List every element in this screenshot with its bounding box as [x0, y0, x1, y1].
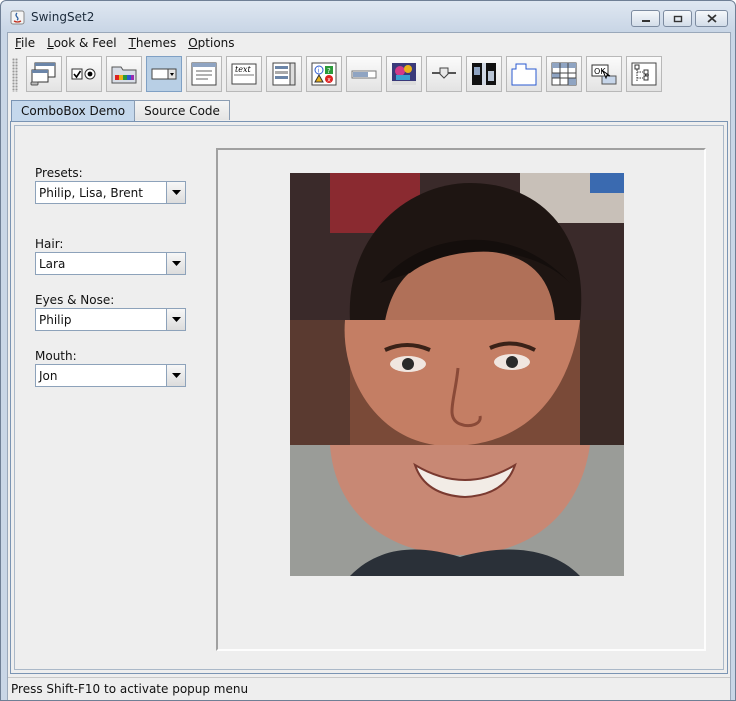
svg-text:x: x	[327, 77, 331, 84]
swingset2-window: SwingSet2 File Look & Feel Themes Option…	[0, 0, 736, 701]
color-chooser-demo-button[interactable]	[106, 56, 142, 92]
title-bar[interactable]: SwingSet2	[1, 1, 735, 32]
table-demo-icon	[551, 62, 577, 86]
java-app-icon	[10, 10, 25, 25]
combobox-demo-panel: Presets: Philip, Lisa, Brent Hair: Lara …	[10, 121, 728, 674]
face-eyes-nose-section	[290, 320, 624, 446]
menu-look-and-feel[interactable]: Look & Feel	[41, 36, 122, 50]
window-client: File Look & Feel Themes Options text i ?…	[7, 32, 731, 700]
eyes-nose-dropdown-button[interactable]	[166, 309, 185, 330]
presets-label: Presets:	[35, 166, 83, 180]
tab-source-code[interactable]: Source Code	[134, 100, 230, 120]
maximize-button[interactable]	[663, 10, 692, 27]
mouth-dropdown-button[interactable]	[166, 365, 185, 386]
mouth-value: Jon	[39, 369, 58, 383]
face-display-frame	[216, 148, 706, 651]
scroll-pane-demo-button[interactable]	[386, 56, 422, 92]
tree-demo-icon	[631, 62, 657, 86]
chevron-down-icon	[171, 373, 181, 378]
restore-icon	[673, 15, 682, 22]
combobox-demo-content: Presets: Philip, Lisa, Brent Hair: Lara …	[14, 125, 724, 670]
minimize-icon	[641, 19, 650, 22]
option-pane-demo-button[interactable]: i ? x	[306, 56, 342, 92]
chevron-down-icon	[171, 261, 181, 266]
split-pane-demo-button[interactable]	[466, 56, 502, 92]
menu-themes[interactable]: Themes	[123, 36, 183, 50]
combobox-demo-icon	[151, 68, 177, 80]
menu-options[interactable]: Options	[182, 36, 240, 50]
toolbar-grip[interactable]	[12, 58, 18, 92]
eyes-nose-label: Eyes & Nose:	[35, 293, 115, 307]
tooltip-demo-button[interactable]: OK	[586, 56, 622, 92]
close-button[interactable]	[695, 10, 728, 27]
tab-combobox-demo[interactable]: ComboBox Demo	[11, 100, 136, 121]
progress-bar-demo-icon	[351, 70, 377, 79]
eyes-nose-combobox[interactable]: Philip	[35, 308, 186, 331]
tooltip-demo-icon: OK	[591, 64, 617, 85]
chevron-down-icon	[171, 317, 181, 322]
demo-tabs: ComboBox Demo Source Code	[11, 100, 230, 121]
svg-text:text: text	[235, 65, 251, 74]
slider-demo-button[interactable]	[426, 56, 462, 92]
eyes-nose-value: Philip	[39, 313, 72, 327]
status-bar: Press Shift-F10 to activate popup menu	[8, 677, 730, 699]
button-demo-icon	[71, 68, 96, 80]
demo-toolbar: text i ? x OK	[8, 53, 730, 95]
split-pane-demo-icon	[472, 63, 496, 85]
list-demo-icon	[272, 62, 296, 86]
mouth-label: Mouth:	[35, 349, 77, 363]
tree-demo-button[interactable]	[626, 56, 662, 92]
combobox-demo-button[interactable]	[146, 56, 182, 92]
file-chooser-demo-icon	[191, 62, 217, 86]
status-text: Press Shift-F10 to activate popup menu	[11, 681, 249, 696]
hair-label: Hair:	[35, 237, 64, 251]
window-title: SwingSet2	[31, 10, 95, 24]
presets-value: Philip, Lisa, Brent	[39, 186, 143, 200]
hair-combobox[interactable]: Lara	[35, 252, 186, 275]
color-chooser-demo-icon	[111, 66, 137, 84]
button-demo-button[interactable]	[66, 56, 102, 92]
minimize-button[interactable]	[631, 10, 660, 27]
svg-text:?: ?	[327, 67, 331, 75]
option-pane-demo-icon: i ? x	[311, 62, 337, 86]
internal-frame-demo-button[interactable]	[26, 56, 62, 92]
slider-demo-icon	[432, 67, 456, 79]
table-demo-button[interactable]	[546, 56, 582, 92]
hair-dropdown-button[interactable]	[166, 253, 185, 274]
mouth-combobox[interactable]: Jon	[35, 364, 186, 387]
tabbed-pane-demo-button[interactable]	[506, 56, 542, 92]
face-mouth-section	[290, 445, 624, 576]
presets-combobox[interactable]: Philip, Lisa, Brent	[35, 181, 186, 204]
tabbed-pane-demo-icon	[511, 63, 537, 86]
presets-dropdown-button[interactable]	[166, 182, 185, 203]
hair-value: Lara	[39, 257, 66, 271]
menu-file[interactable]: File	[8, 36, 41, 50]
internal-frame-demo-icon	[30, 62, 56, 86]
scroll-pane-demo-icon	[392, 63, 416, 85]
close-icon	[706, 14, 717, 23]
html-demo-icon: text	[231, 63, 257, 85]
composite-face-image	[290, 173, 624, 576]
chevron-down-icon	[171, 190, 181, 195]
face-hair-section	[290, 173, 624, 321]
menu-bar: File Look & Feel Themes Options	[8, 33, 730, 53]
progress-bar-demo-button[interactable]	[346, 56, 382, 92]
html-demo-button[interactable]: text	[226, 56, 262, 92]
file-chooser-demo-button[interactable]	[186, 56, 222, 92]
list-demo-button[interactable]	[266, 56, 302, 92]
